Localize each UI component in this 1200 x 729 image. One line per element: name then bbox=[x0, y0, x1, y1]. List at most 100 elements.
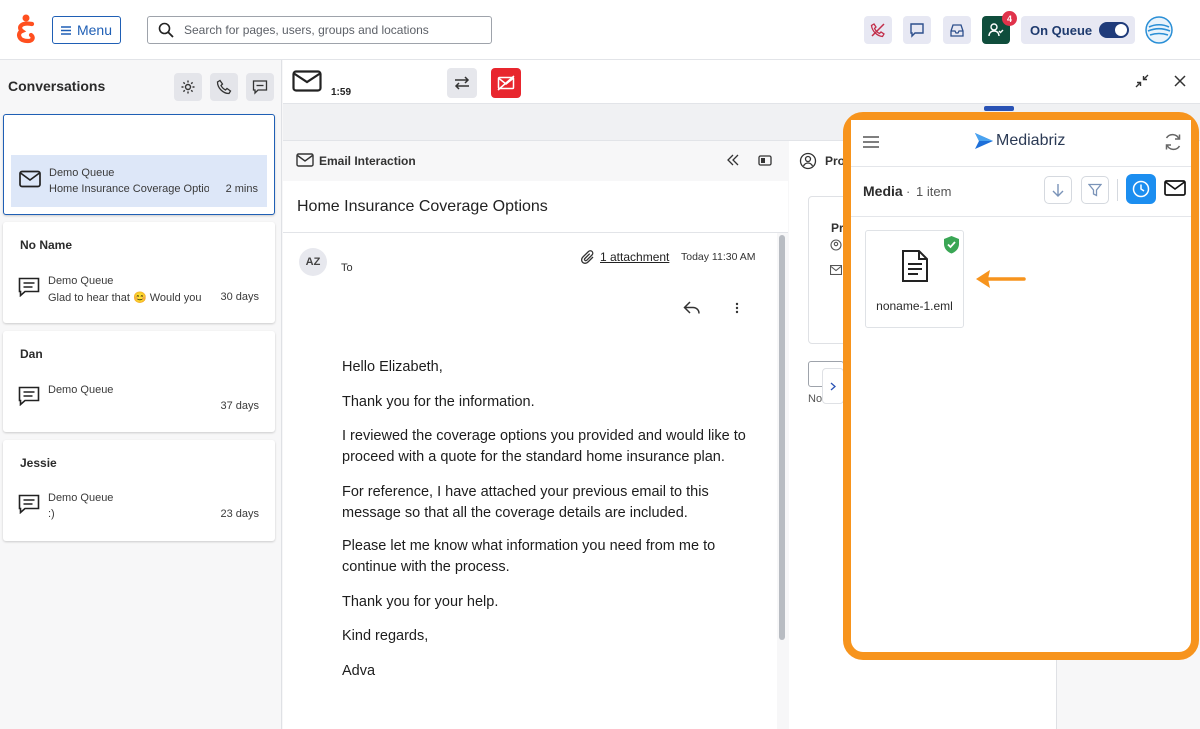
genesys-logo[interactable] bbox=[16, 14, 36, 44]
phone-icon bbox=[216, 79, 232, 95]
transfer-icon bbox=[453, 75, 471, 91]
chat-icon bbox=[909, 22, 925, 38]
envelope-icon bbox=[296, 153, 314, 167]
message-icon bbox=[252, 79, 268, 95]
search-icon bbox=[158, 22, 174, 38]
selected-row-highlight bbox=[11, 155, 267, 207]
attachment-link[interactable]: 1 attachment bbox=[600, 250, 669, 264]
recent-button[interactable] bbox=[1126, 174, 1156, 204]
email-filter-icon[interactable] bbox=[1164, 180, 1186, 196]
card-queue: Demo Queue bbox=[48, 384, 114, 396]
settings-button[interactable] bbox=[174, 73, 202, 101]
email-timestamp: Today 11:30 AM bbox=[681, 251, 756, 263]
message-icon bbox=[18, 386, 40, 406]
message-icon bbox=[18, 277, 40, 297]
search-input[interactable] bbox=[184, 23, 474, 37]
chat-button[interactable] bbox=[903, 16, 931, 44]
clock-icon bbox=[1132, 180, 1150, 198]
card-queue: Demo Queue bbox=[49, 167, 115, 179]
card-name: No Name bbox=[20, 238, 73, 252]
envelope-icon bbox=[19, 170, 41, 188]
email-interaction-icon bbox=[292, 70, 322, 92]
filter-button[interactable] bbox=[1081, 176, 1109, 204]
phone-button[interactable] bbox=[210, 73, 238, 101]
global-search[interactable] bbox=[147, 16, 492, 44]
refresh-icon[interactable] bbox=[1163, 132, 1183, 152]
email-body-line: For reference, I have attached your prev… bbox=[342, 484, 709, 521]
conversations-title: Conversations bbox=[8, 78, 106, 94]
end-interaction-button[interactable] bbox=[491, 68, 521, 98]
email-body-line: Hello Elizabeth, bbox=[342, 359, 443, 375]
close-icon[interactable] bbox=[1174, 75, 1186, 87]
new-message-button[interactable] bbox=[246, 73, 274, 101]
message-icon bbox=[18, 494, 40, 514]
verified-shield-icon bbox=[943, 235, 960, 254]
conversation-card[interactable]: No Name Demo Queue Glad to hear that 😊 W… bbox=[3, 222, 275, 323]
chevron-right-icon bbox=[830, 382, 836, 391]
download-button[interactable] bbox=[1044, 176, 1072, 204]
profile-card-label: Pr bbox=[831, 221, 844, 235]
card-name: Jessie bbox=[20, 456, 57, 470]
card-name: Dan bbox=[20, 347, 43, 361]
card-time: 23 days bbox=[220, 508, 259, 520]
conversation-card[interactable]: Jessie Demo Queue :) 23 days bbox=[3, 440, 275, 541]
on-queue-toggle[interactable]: On Queue bbox=[1021, 16, 1135, 44]
no-calls-button[interactable] bbox=[864, 16, 892, 44]
filter-icon bbox=[1088, 183, 1102, 197]
hamburger-icon[interactable] bbox=[863, 136, 879, 148]
email-body-line: Kind regards, bbox=[342, 628, 429, 644]
envelope-off-icon bbox=[497, 75, 515, 91]
email-body-line: I reviewed the coverage options you prov… bbox=[342, 428, 746, 465]
card-time: 2 mins bbox=[225, 183, 258, 195]
gear-icon bbox=[180, 79, 196, 95]
interaction-timer: 1:59 bbox=[331, 87, 352, 98]
mediabriz-brand: Mediabriz bbox=[996, 132, 1066, 149]
email-message bbox=[283, 233, 777, 729]
email-body-line: Thank you for your help. bbox=[342, 594, 499, 610]
phone-off-icon bbox=[870, 22, 886, 38]
inbox-icon bbox=[949, 22, 965, 38]
expand-panel-button[interactable] bbox=[822, 368, 844, 404]
profile-footer-text: No bbox=[808, 393, 823, 405]
on-queue-label: On Queue bbox=[1030, 22, 1093, 38]
mediabriz-logo-icon bbox=[973, 131, 995, 151]
card-queue: Demo Queue bbox=[48, 275, 114, 287]
user-avatar[interactable] bbox=[1145, 16, 1173, 44]
document-icon bbox=[901, 249, 929, 283]
more-options-icon[interactable] bbox=[735, 302, 739, 314]
panel-toggle-icon[interactable] bbox=[758, 155, 772, 166]
user-check-icon bbox=[988, 22, 1004, 38]
minimize-icon[interactable] bbox=[1135, 74, 1149, 88]
email-body-line: Adva bbox=[342, 663, 376, 679]
inbox-button[interactable] bbox=[943, 16, 971, 44]
conversation-card[interactable]: Demo Queue Home Insurance Coverage Optio… bbox=[3, 114, 275, 215]
card-queue: Demo Queue bbox=[48, 492, 114, 504]
hamburger-icon bbox=[60, 25, 71, 35]
media-file-name: noname-1.eml bbox=[876, 299, 953, 313]
tab-indicator bbox=[984, 106, 1014, 111]
card-time: 30 days bbox=[220, 291, 259, 303]
card-preview: Home Insurance Coverage Optio bbox=[49, 183, 209, 195]
notification-badge: 4 bbox=[1002, 11, 1017, 26]
mail-icon bbox=[830, 265, 842, 275]
conversation-card[interactable]: Dan Demo Queue 37 days bbox=[3, 331, 275, 432]
email-subject: Home Insurance Coverage Options bbox=[297, 198, 548, 215]
media-separator: · bbox=[906, 184, 911, 199]
toggle-switch[interactable] bbox=[1099, 22, 1130, 38]
card-preview: :) bbox=[48, 508, 55, 520]
to-label: To bbox=[341, 262, 353, 274]
menu-button[interactable]: Menu bbox=[52, 16, 121, 44]
email-body-line: Please let me know what information you … bbox=[342, 538, 716, 575]
transfer-button[interactable] bbox=[447, 68, 477, 98]
collapse-icon[interactable] bbox=[727, 154, 739, 166]
reply-icon[interactable] bbox=[683, 300, 701, 316]
card-preview: Glad to hear that 😊 Would you bbox=[48, 292, 202, 304]
profile-card bbox=[808, 196, 848, 344]
scrollbar-thumb[interactable] bbox=[779, 235, 785, 640]
profile-tab-label[interactable]: Pro bbox=[825, 154, 845, 168]
profile-icon bbox=[799, 152, 817, 170]
media-section-title: Media bbox=[863, 183, 903, 199]
person-icon bbox=[830, 239, 842, 251]
email-body-line: Thank you for the information. bbox=[342, 394, 535, 410]
arrow-down-icon bbox=[1052, 183, 1064, 197]
